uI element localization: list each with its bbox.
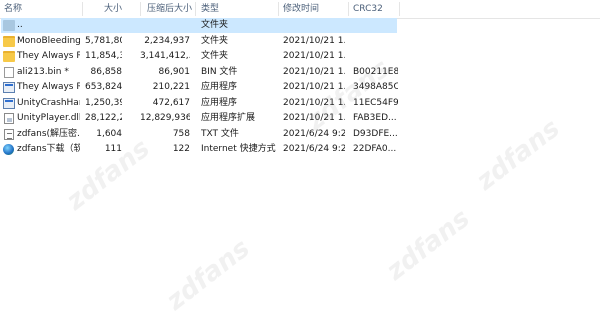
file-type: BIN 文件 bbox=[201, 66, 238, 77]
watermark: zdfans bbox=[161, 233, 256, 317]
file-size: 5,781,809 bbox=[85, 35, 122, 46]
file-name: UnityPlayer.dll * bbox=[17, 113, 80, 123]
column-divider[interactable] bbox=[140, 2, 141, 16]
file-type: 应用程序 bbox=[201, 82, 238, 92]
column-divider[interactable] bbox=[195, 2, 196, 16]
file-type: 文件夹 bbox=[201, 35, 229, 46]
file-size: 653,824 bbox=[85, 82, 122, 92]
file-crc32 bbox=[353, 49, 398, 65]
file-crc32: D93DFE... bbox=[353, 128, 398, 139]
file-modified: 2021/6/24 9:26 bbox=[283, 128, 345, 139]
file-name: They Always R... bbox=[17, 51, 80, 61]
file-name: UnityCrashHan... bbox=[17, 97, 80, 108]
column-header-name[interactable]: 名称 bbox=[4, 0, 64, 18]
file-crc32 bbox=[353, 34, 398, 50]
internet-shortcut-icon bbox=[3, 144, 14, 155]
file-size: 28,122,200 bbox=[85, 113, 122, 123]
file-name: zdfans(解压密... bbox=[17, 128, 80, 139]
file-modified: 2021/10/21 1... bbox=[283, 82, 345, 92]
file-packed-size: 758 bbox=[172, 128, 190, 139]
column-divider[interactable] bbox=[82, 2, 83, 16]
file-icon bbox=[4, 66, 14, 78]
file-packed-size: 3,141,412,... bbox=[140, 51, 190, 61]
column-header-crc32[interactable]: CRC32 bbox=[353, 0, 398, 18]
file-packed-size: 86,901 bbox=[158, 66, 191, 77]
file-modified: 2021/6/24 9:26 bbox=[283, 144, 345, 154]
file-crc32: B00211E8 bbox=[353, 66, 398, 77]
column-header-packed-size[interactable]: 压缩后大小 bbox=[147, 0, 197, 18]
dll-icon bbox=[4, 113, 14, 124]
file-row[interactable]: zdfans下载（软... 111 122 Internet 快捷方式 2021… bbox=[0, 142, 600, 158]
column-header-type[interactable]: 类型 bbox=[201, 0, 271, 18]
file-packed-size: 12,829,936 bbox=[140, 113, 190, 123]
file-row[interactable]: They Always R... 11,854,38... 3,141,412,… bbox=[0, 49, 600, 65]
file-type: TXT 文件 bbox=[201, 128, 239, 139]
file-crc32: 22DFA0... bbox=[353, 144, 397, 154]
file-packed-size bbox=[140, 18, 190, 34]
file-modified: 2021/10/21 1... bbox=[283, 35, 345, 46]
file-name: .. bbox=[17, 20, 23, 30]
watermark: zdfans bbox=[381, 203, 476, 287]
file-type: 应用程序扩展 bbox=[201, 113, 256, 123]
file-crc32: 3498A85C bbox=[353, 82, 398, 92]
file-size: 86,858 bbox=[90, 66, 123, 77]
file-size: 1,604 bbox=[96, 128, 122, 139]
text-file-icon bbox=[4, 128, 14, 140]
file-row[interactable]: MonoBleeding... 5,781,809 2,234,937 文件夹 … bbox=[0, 34, 600, 50]
file-size: 11,854,38... bbox=[85, 51, 122, 61]
file-crc32 bbox=[353, 18, 398, 34]
file-size: 111 bbox=[104, 144, 122, 154]
file-type: 文件夹 bbox=[201, 51, 229, 61]
folder-icon bbox=[3, 35, 15, 47]
file-packed-size: 2,234,937 bbox=[144, 35, 190, 46]
file-row[interactable]: ali213.bin * 86,858 86,901 BIN 文件 2021/1… bbox=[0, 65, 600, 81]
file-modified bbox=[283, 18, 345, 34]
file-modified: 2021/10/21 1... bbox=[283, 66, 345, 77]
file-packed-size: 122 bbox=[172, 144, 190, 154]
folder-icon bbox=[3, 51, 15, 62]
column-header: 名称 大小 压缩后大小 类型 修改时间 CRC32 bbox=[0, 0, 600, 19]
column-divider[interactable] bbox=[399, 2, 400, 16]
column-header-size[interactable]: 大小 bbox=[85, 0, 122, 18]
file-type: 应用程序 bbox=[201, 97, 238, 108]
file-row[interactable]: They Always R... 653,824 210,221 应用程序 20… bbox=[0, 80, 600, 96]
file-modified: 2021/10/21 1... bbox=[283, 97, 345, 108]
file-type: 文件夹 bbox=[201, 20, 229, 30]
column-header-modified[interactable]: 修改时间 bbox=[283, 0, 343, 18]
exe-icon bbox=[3, 82, 15, 93]
file-packed-size: 472,617 bbox=[152, 97, 190, 108]
file-modified: 2021/10/21 1... bbox=[283, 113, 345, 123]
file-row[interactable]: zdfans(解压密... 1,604 758 TXT 文件 2021/6/24… bbox=[0, 127, 600, 143]
column-divider[interactable] bbox=[348, 2, 349, 16]
column-divider[interactable] bbox=[278, 2, 279, 16]
file-crc32: FAB3ED... bbox=[353, 113, 397, 123]
file-size: 1,250,392 bbox=[85, 97, 122, 108]
file-modified: 2021/10/21 1... bbox=[283, 51, 345, 61]
file-type: Internet 快捷方式 bbox=[201, 144, 276, 154]
file-row[interactable]: .. 文件夹 bbox=[0, 18, 600, 34]
file-size bbox=[85, 18, 122, 34]
file-crc32: 11EC54F9 bbox=[353, 97, 398, 108]
file-list: .. 文件夹 MonoBleeding... 5,781,809 2,234,9… bbox=[0, 18, 600, 158]
file-row[interactable]: UnityCrashHan... 1,250,392 472,617 应用程序 … bbox=[0, 96, 600, 112]
exe-icon bbox=[3, 97, 15, 109]
file-row[interactable]: UnityPlayer.dll * 28,122,200 12,829,936 … bbox=[0, 111, 600, 127]
up-folder-icon bbox=[3, 20, 15, 31]
file-name: They Always R... bbox=[17, 82, 80, 92]
file-name: zdfans下载（软... bbox=[17, 144, 80, 154]
file-name: MonoBleeding... bbox=[17, 35, 80, 46]
file-name: ali213.bin * bbox=[17, 66, 69, 77]
file-packed-size: 210,221 bbox=[152, 82, 190, 92]
